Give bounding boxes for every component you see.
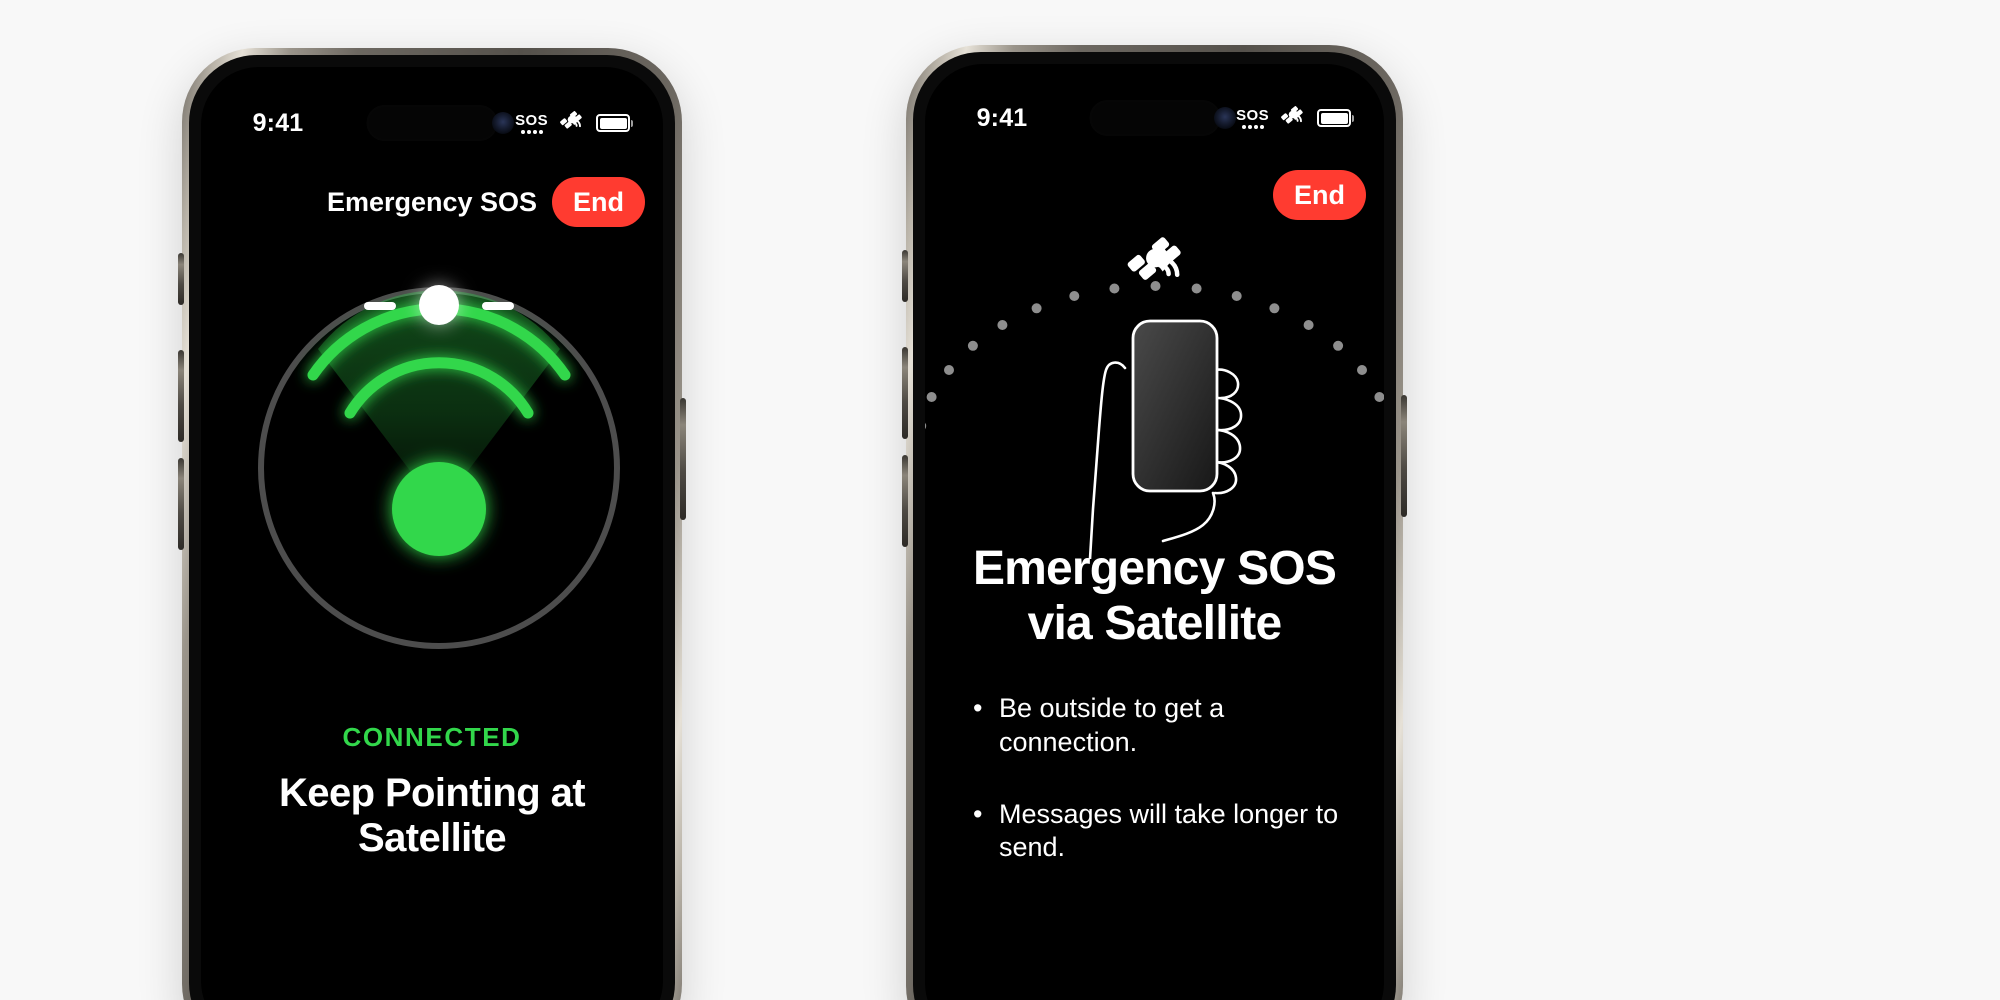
sos-signal-dots-left: [520, 129, 543, 134]
iphone-device-left: 9:41 SOS Emergency SOS End CONNECTED Kee…: [178, 48, 686, 1000]
battery-fill-left: [599, 117, 627, 129]
list-item: • Be outside to get a connection.: [973, 692, 1356, 760]
volume-up-button-right[interactable]: [902, 347, 908, 439]
hero-title-line-1: Emergency SOS: [972, 542, 1337, 595]
instruction-heading-left: Keep Pointing at Satellite: [279, 771, 586, 860]
satellite-tick-right-left: [482, 302, 514, 310]
volume-up-button-left[interactable]: [178, 350, 184, 442]
connection-status-block-left: CONNECTED Keep Pointing at Satellite: [201, 722, 663, 861]
battery-icon-right: [1317, 109, 1354, 127]
screenshot-stage: 9:41 SOS Emergency SOS End CONNECTED Kee…: [0, 0, 2000, 1000]
satellite-tick-left-left: [364, 302, 396, 310]
status-icons-left: SOS: [515, 111, 633, 135]
sos-status-label-right: SOS: [1236, 106, 1269, 124]
battery-fill-right: [1320, 112, 1348, 124]
held-phone-icon: [1131, 319, 1219, 493]
sos-status-icon-left: SOS: [515, 113, 548, 134]
satellite-instruction-illustration: [925, 229, 1384, 561]
satellite-target-dot-left: [419, 285, 459, 325]
nav-bar-right: End: [925, 170, 1384, 222]
action-button-right[interactable]: [902, 250, 908, 302]
satellite-radar-graphic-left: [258, 285, 620, 649]
list-item-label: Messages will take longer to send.: [999, 798, 1339, 863]
radar-signal-beam-left: [307, 290, 571, 556]
hero-illustration-svg: [925, 237, 1384, 561]
iphone-device-right: 9:41 SOS End Emergency SOS via Satellite…: [902, 45, 1407, 1000]
end-button-left[interactable]: End: [552, 177, 645, 227]
satellite-icon-hero: [1127, 237, 1181, 280]
device-screen-right: 9:41 SOS End Emergency SOS via Satellite…: [925, 64, 1384, 1000]
power-button-right[interactable]: [1401, 395, 1407, 517]
sos-status-label-left: SOS: [515, 111, 548, 129]
volume-down-button-right[interactable]: [902, 455, 908, 547]
action-button-left[interactable]: [178, 253, 184, 305]
device-bezel-left: 9:41 SOS Emergency SOS End CONNECTED Kee…: [189, 55, 675, 1000]
device-screen-left: 9:41 SOS Emergency SOS End CONNECTED Kee…: [201, 67, 663, 1000]
list-item: • Messages will take longer to send.: [973, 798, 1356, 866]
nav-bar-left: Emergency SOS End: [201, 175, 663, 229]
bullet-marker-icon: •: [973, 693, 983, 723]
sos-status-icon-right: SOS: [1236, 108, 1269, 129]
list-item-label: Be outside to get a connection.: [999, 693, 1225, 757]
status-time-left: 9:41: [252, 108, 304, 137]
instruction-bullet-list: • Be outside to get a connection. • Mess…: [973, 692, 1356, 865]
satellite-icon-left: [560, 111, 582, 129]
device-bezel-right: 9:41 SOS End Emergency SOS via Satellite…: [913, 52, 1396, 1000]
sos-signal-dots-right: [1241, 124, 1264, 129]
status-badge-connected: CONNECTED: [342, 722, 522, 752]
volume-down-button-left[interactable]: [178, 458, 184, 550]
bullet-marker-icon: •: [973, 798, 983, 829]
hero-title: Emergency SOS via Satellite: [925, 542, 1384, 651]
status-bar-left: 9:41 SOS: [201, 108, 663, 137]
status-bar-right: 9:41 SOS: [925, 103, 1384, 132]
end-button-right[interactable]: End: [1273, 170, 1366, 220]
battery-icon-left: [596, 114, 633, 132]
power-button-left[interactable]: [680, 398, 686, 520]
status-time-right: 9:41: [976, 103, 1028, 132]
satellite-icon-right: [1281, 106, 1303, 124]
hero-title-line-2: via Satellite: [1027, 596, 1283, 650]
status-icons-right: SOS: [1236, 106, 1354, 130]
